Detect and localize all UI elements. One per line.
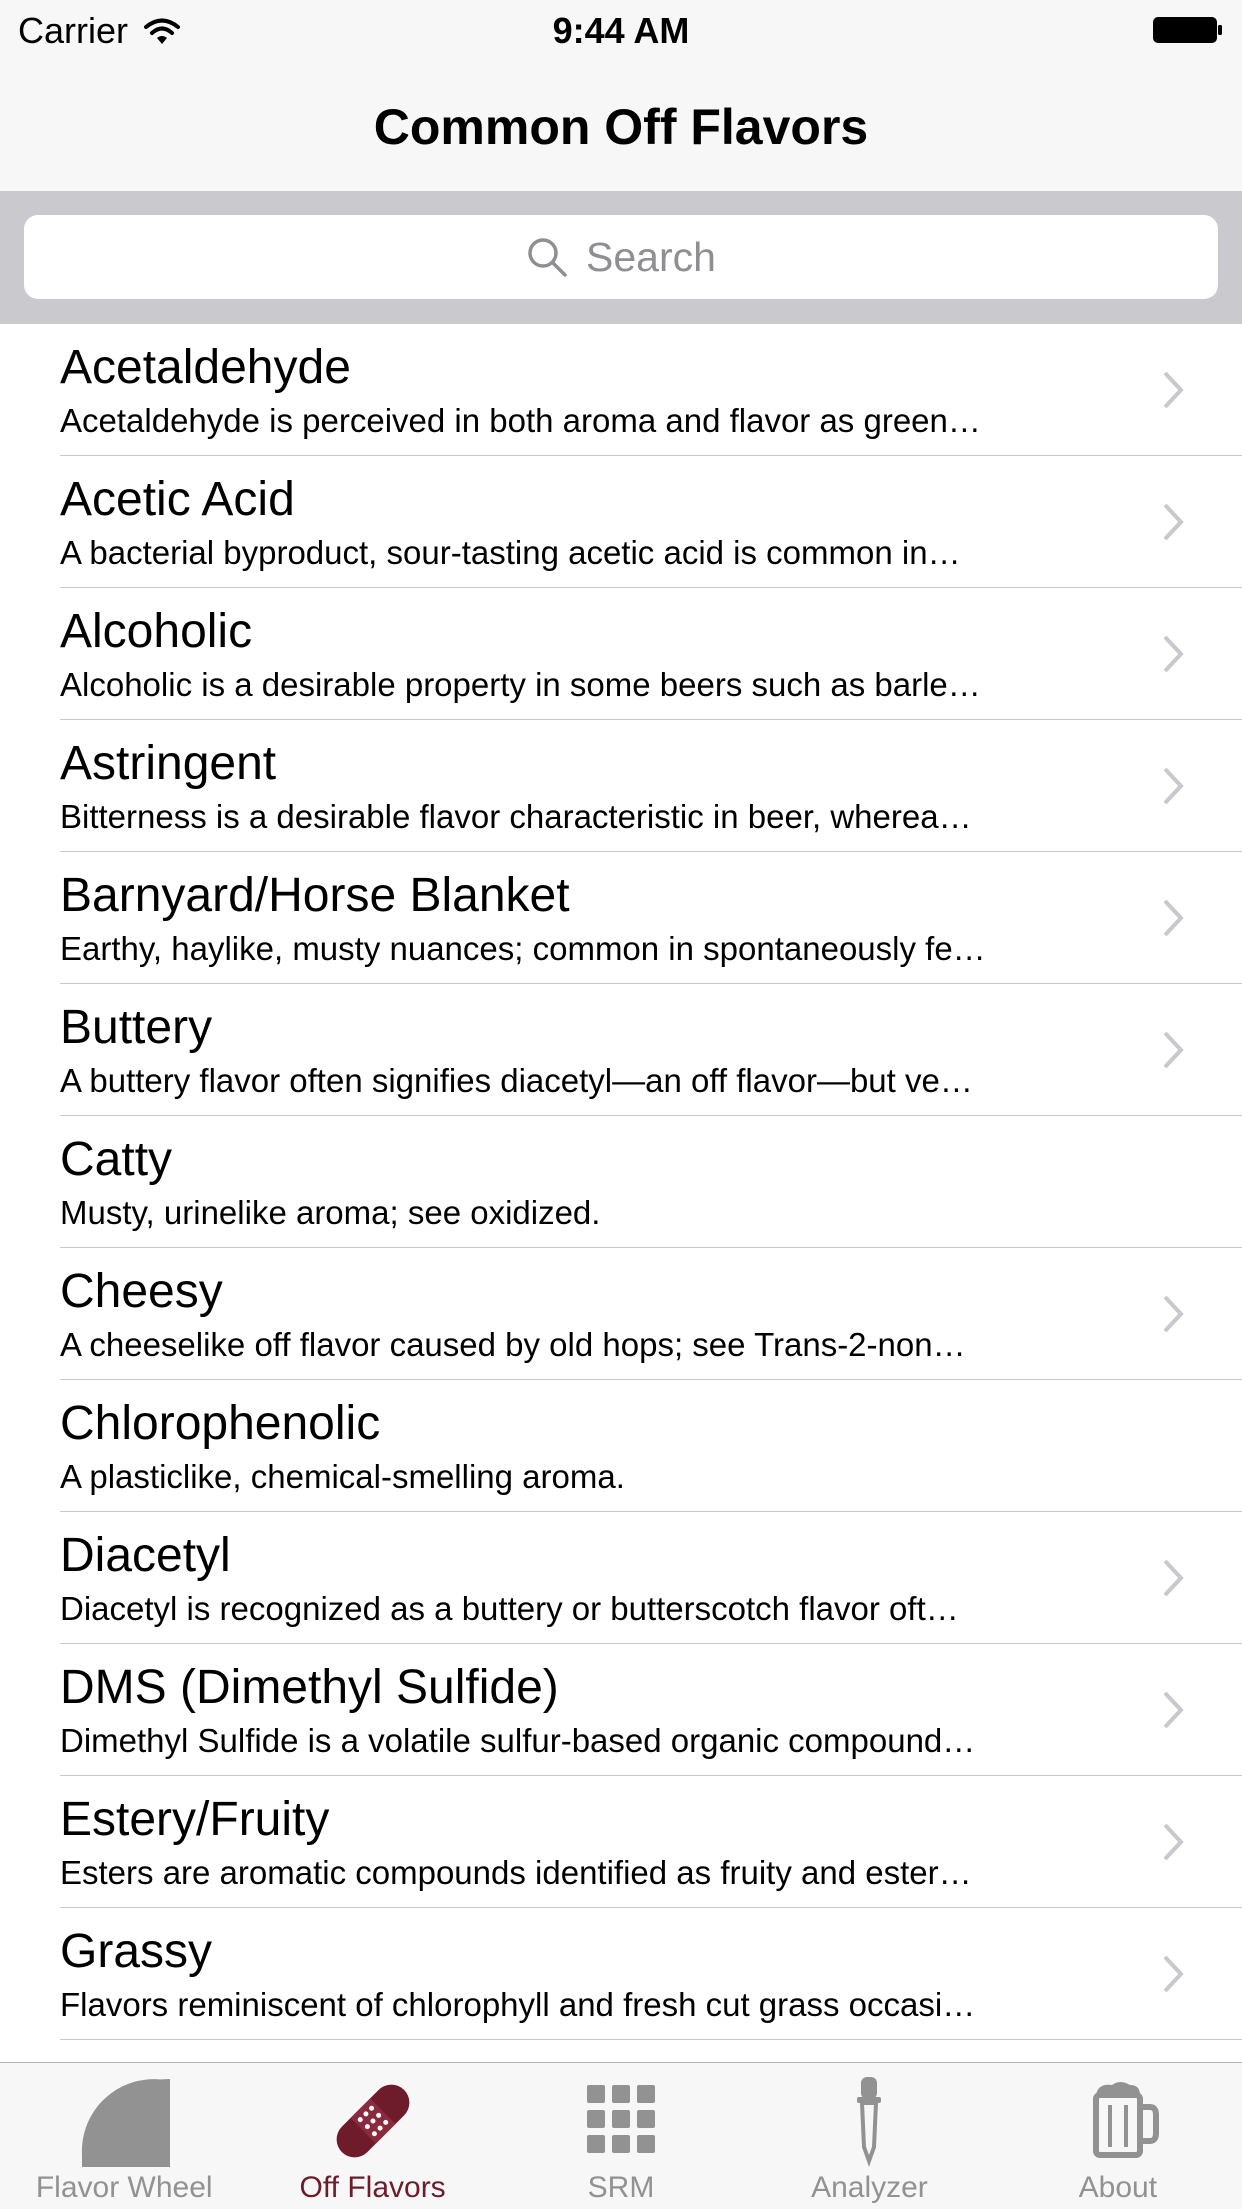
flavor-title: Buttery <box>60 1001 213 1054</box>
flavor-description: Musty, urinelike aroma; see oxidized. <box>60 1194 601 1231</box>
chevron-right-icon <box>1163 635 1184 673</box>
list-item[interactable]: Cheesy A cheeselike off flavor caused by… <box>0 1248 1242 1380</box>
list-item: Catty Musty, urinelike aroma; see oxidiz… <box>0 1116 1242 1248</box>
flavor-title: Cheesy <box>60 1265 223 1318</box>
chevron-right-icon <box>1163 1955 1184 1993</box>
flavor-description: A plasticlike, chemical-smelling aroma. <box>60 1458 625 1495</box>
tab-label: About <box>1078 2171 1158 2204</box>
list-item[interactable]: Estery/Fruity Esters are aromatic compou… <box>0 1776 1242 1908</box>
flavor-description: Diacetyl is recognized as a buttery or b… <box>60 1590 959 1627</box>
flavor-description: Bitterness is a desirable flavor charact… <box>60 798 972 835</box>
search-input[interactable]: Search <box>24 215 1218 299</box>
tab-label: SRM <box>587 2171 655 2204</box>
list-item[interactable]: Buttery A buttery flavor often signifies… <box>0 984 1242 1116</box>
beer-mug-icon <box>1092 2082 1159 2158</box>
page-title: Common Off Flavors <box>373 99 869 155</box>
flavor-description: A buttery flavor often signifies diacety… <box>60 1062 973 1099</box>
chevron-right-icon <box>1163 1031 1184 1069</box>
tab-off-flavors[interactable]: Off Flavors <box>248 2063 496 2209</box>
tab-label: Analyzer <box>811 2171 928 2204</box>
flavor-description: Alcoholic is a desirable property in som… <box>60 666 981 703</box>
status-bar: Carrier 9:44 AM <box>0 0 1242 60</box>
list-item[interactable]: Alcoholic Alcoholic is a desirable prope… <box>0 588 1242 720</box>
battery-icon <box>1153 17 1222 43</box>
search-placeholder: Search <box>586 233 716 280</box>
flavor-title: Alcoholic <box>60 605 253 658</box>
list-item: Chlorophenolic A plasticlike, chemical-s… <box>0 1380 1242 1512</box>
chevron-right-icon <box>1163 1691 1184 1729</box>
flavor-title: Grassy <box>60 1925 213 1978</box>
list-item[interactable]: Acetic Acid A bacterial byproduct, sour-… <box>0 456 1242 588</box>
list-item[interactable]: Barnyard/Horse Blanket Earthy, haylike, … <box>0 852 1242 984</box>
flavor-description: Esters are aromatic compounds identified… <box>60 1854 972 1891</box>
status-time: 9:44 AM <box>552 10 690 51</box>
bandage-icon <box>336 2084 409 2158</box>
list-item[interactable]: Astringent Bitterness is a desirable fla… <box>0 720 1242 852</box>
chevron-right-icon <box>1163 1559 1184 1597</box>
tab-label: Off Flavors <box>299 2171 446 2204</box>
flavor-title: Barnyard/Horse Blanket <box>60 869 570 922</box>
flavor-description: Dimethyl Sulfide is a volatile sulfur-ba… <box>60 1722 976 1759</box>
flavor-description: Acetaldehyde is perceived in both aroma … <box>60 402 981 439</box>
chevron-right-icon <box>1163 899 1184 937</box>
flavor-title: Acetaldehyde <box>60 341 351 394</box>
flavor-description: A cheeselike off flavor caused by old ho… <box>60 1326 966 1363</box>
chevron-right-icon <box>1163 767 1184 805</box>
chevron-right-icon <box>1163 1295 1184 1333</box>
flavor-title: Catty <box>60 1133 173 1186</box>
list-item[interactable]: Grassy Flavors reminiscent of chlorophyl… <box>0 1908 1242 2040</box>
flavor-description: Earthy, haylike, musty nuances; common i… <box>60 930 986 967</box>
off-flavors-list: Acetaldehyde Acetaldehyde is perceived i… <box>0 324 1242 2062</box>
flavor-description: A bacterial byproduct, sour-tasting acet… <box>60 534 961 571</box>
flavor-description: Flavors reminiscent of chlorophyll and f… <box>60 1986 976 2023</box>
list-item[interactable]: DMS (Dimethyl Sulfide) Dimethyl Sulfide … <box>0 1644 1242 1776</box>
chevron-right-icon <box>1163 503 1184 541</box>
tab-srm[interactable]: SRM <box>497 2063 745 2209</box>
tab-label: Flavor Wheel <box>35 2171 213 2204</box>
search-bar: Search <box>0 191 1242 324</box>
tab-analyzer[interactable]: Analyzer <box>745 2063 993 2209</box>
search-icon <box>528 238 567 277</box>
list-item[interactable]: Diacetyl Diacetyl is recognized as a but… <box>0 1512 1242 1644</box>
grid-icon <box>587 2085 656 2153</box>
tab-about[interactable]: About <box>994 2063 1242 2209</box>
flavor-title: Estery/Fruity <box>60 1793 330 1846</box>
navigation-bar: Common Off Flavors <box>0 60 1242 191</box>
dropper-icon <box>857 2077 882 2167</box>
chevron-right-icon <box>1163 371 1184 409</box>
flavor-title: Astringent <box>60 737 277 790</box>
flavor-title: Diacetyl <box>60 1529 231 1582</box>
flavor-wheel-icon <box>82 2079 171 2167</box>
flavor-title: DMS (Dimethyl Sulfide) <box>60 1661 559 1714</box>
tab-flavor-wheel[interactable]: Flavor Wheel <box>0 2063 248 2209</box>
tab-bar: Flavor Wheel Off Flavors SRM Analyzer Ab… <box>0 2062 1242 2209</box>
flavor-title: Chlorophenolic <box>60 1397 381 1450</box>
chevron-right-icon <box>1163 1823 1184 1861</box>
list-item[interactable]: Acetaldehyde Acetaldehyde is perceived i… <box>0 324 1242 456</box>
flavor-title: Acetic Acid <box>60 473 295 526</box>
